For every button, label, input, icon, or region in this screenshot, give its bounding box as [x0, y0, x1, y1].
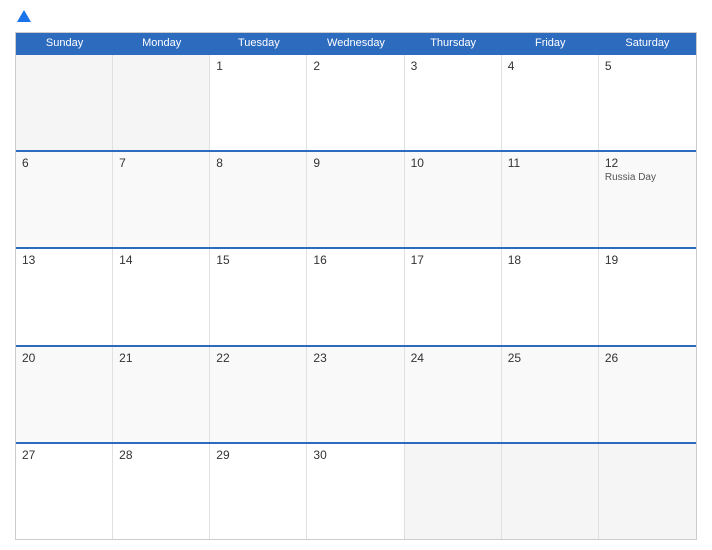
calendar-cell: 23 — [307, 347, 404, 442]
calendar-cell: 15 — [210, 249, 307, 344]
calendar-cell: 8 — [210, 152, 307, 247]
calendar-cell: 9 — [307, 152, 404, 247]
day-number: 16 — [313, 253, 397, 267]
day-number: 28 — [119, 448, 203, 462]
calendar-page: SundayMondayTuesdayWednesdayThursdayFrid… — [0, 0, 712, 550]
day-header-monday: Monday — [113, 33, 210, 53]
day-header-tuesday: Tuesday — [210, 33, 307, 53]
day-number: 29 — [216, 448, 300, 462]
calendar-cell: 1 — [210, 55, 307, 150]
day-number: 14 — [119, 253, 203, 267]
calendar-cell: 17 — [405, 249, 502, 344]
logo-triangle-icon — [17, 10, 31, 22]
day-number: 12 — [605, 156, 690, 170]
calendar-cell: 4 — [502, 55, 599, 150]
calendar-cell: 3 — [405, 55, 502, 150]
calendar-cell: 27 — [16, 444, 113, 539]
calendar-cell: 25 — [502, 347, 599, 442]
calendar-cell: 22 — [210, 347, 307, 442]
calendar-cell: 30 — [307, 444, 404, 539]
calendar-cell: 21 — [113, 347, 210, 442]
day-header-thursday: Thursday — [405, 33, 502, 53]
calendar-cell: 10 — [405, 152, 502, 247]
day-number: 6 — [22, 156, 106, 170]
day-number: 8 — [216, 156, 300, 170]
day-header-saturday: Saturday — [599, 33, 696, 53]
holiday-label: Russia Day — [605, 172, 690, 183]
day-number: 30 — [313, 448, 397, 462]
calendar-cell: 7 — [113, 152, 210, 247]
calendar-cell — [502, 444, 599, 539]
calendar-cell: 13 — [16, 249, 113, 344]
day-number: 17 — [411, 253, 495, 267]
day-number: 3 — [411, 59, 495, 73]
day-number: 18 — [508, 253, 592, 267]
day-number: 4 — [508, 59, 592, 73]
week-row-3: 13 14 15 16 17 18 19 — [16, 247, 696, 344]
day-number: 22 — [216, 351, 300, 365]
day-number: 26 — [605, 351, 690, 365]
calendar-cell: 20 — [16, 347, 113, 442]
calendar-cell: 19 — [599, 249, 696, 344]
day-number: 24 — [411, 351, 495, 365]
day-number: 9 — [313, 156, 397, 170]
day-header-friday: Friday — [502, 33, 599, 53]
day-number: 20 — [22, 351, 106, 365]
day-number: 19 — [605, 253, 690, 267]
calendar-cell: 26 — [599, 347, 696, 442]
day-number: 1 — [216, 59, 300, 73]
calendar-cell: 28 — [113, 444, 210, 539]
day-number: 15 — [216, 253, 300, 267]
week-row-1: 12345 — [16, 53, 696, 150]
calendar-body: 123456789101112Russia Day131415161718192… — [16, 53, 696, 539]
day-number: 11 — [508, 156, 592, 170]
day-number: 5 — [605, 59, 690, 73]
calendar-cell: 2 — [307, 55, 404, 150]
calendar-cell: 6 — [16, 152, 113, 247]
week-row-2: 6789 10 11 12 Russia Day — [16, 150, 696, 247]
calendar-grid: SundayMondayTuesdayWednesdayThursdayFrid… — [15, 32, 697, 540]
calendar-cell: 24 — [405, 347, 502, 442]
day-number: 21 — [119, 351, 203, 365]
calendar-cell: 29 — [210, 444, 307, 539]
calendar-cell — [599, 444, 696, 539]
day-header-wednesday: Wednesday — [307, 33, 404, 53]
day-number: 25 — [508, 351, 592, 365]
logo — [15, 10, 31, 24]
calendar-cell: 12 Russia Day — [599, 152, 696, 247]
header — [15, 10, 697, 24]
week-row-4: 20 21 22 23 24 25 26 — [16, 345, 696, 442]
day-number: 10 — [411, 156, 495, 170]
calendar-cell: 18 — [502, 249, 599, 344]
calendar-cell: 11 — [502, 152, 599, 247]
calendar-cell — [16, 55, 113, 150]
day-number: 27 — [22, 448, 106, 462]
day-number: 7 — [119, 156, 203, 170]
calendar-cell: 14 — [113, 249, 210, 344]
day-number: 13 — [22, 253, 106, 267]
day-header-sunday: Sunday — [16, 33, 113, 53]
calendar-cell: 16 — [307, 249, 404, 344]
calendar-header: SundayMondayTuesdayWednesdayThursdayFrid… — [16, 33, 696, 53]
day-number: 23 — [313, 351, 397, 365]
calendar-cell — [113, 55, 210, 150]
calendar-cell: 5 — [599, 55, 696, 150]
day-number: 2 — [313, 59, 397, 73]
week-row-5: 27 28 29 30 — [16, 442, 696, 539]
calendar-cell — [405, 444, 502, 539]
